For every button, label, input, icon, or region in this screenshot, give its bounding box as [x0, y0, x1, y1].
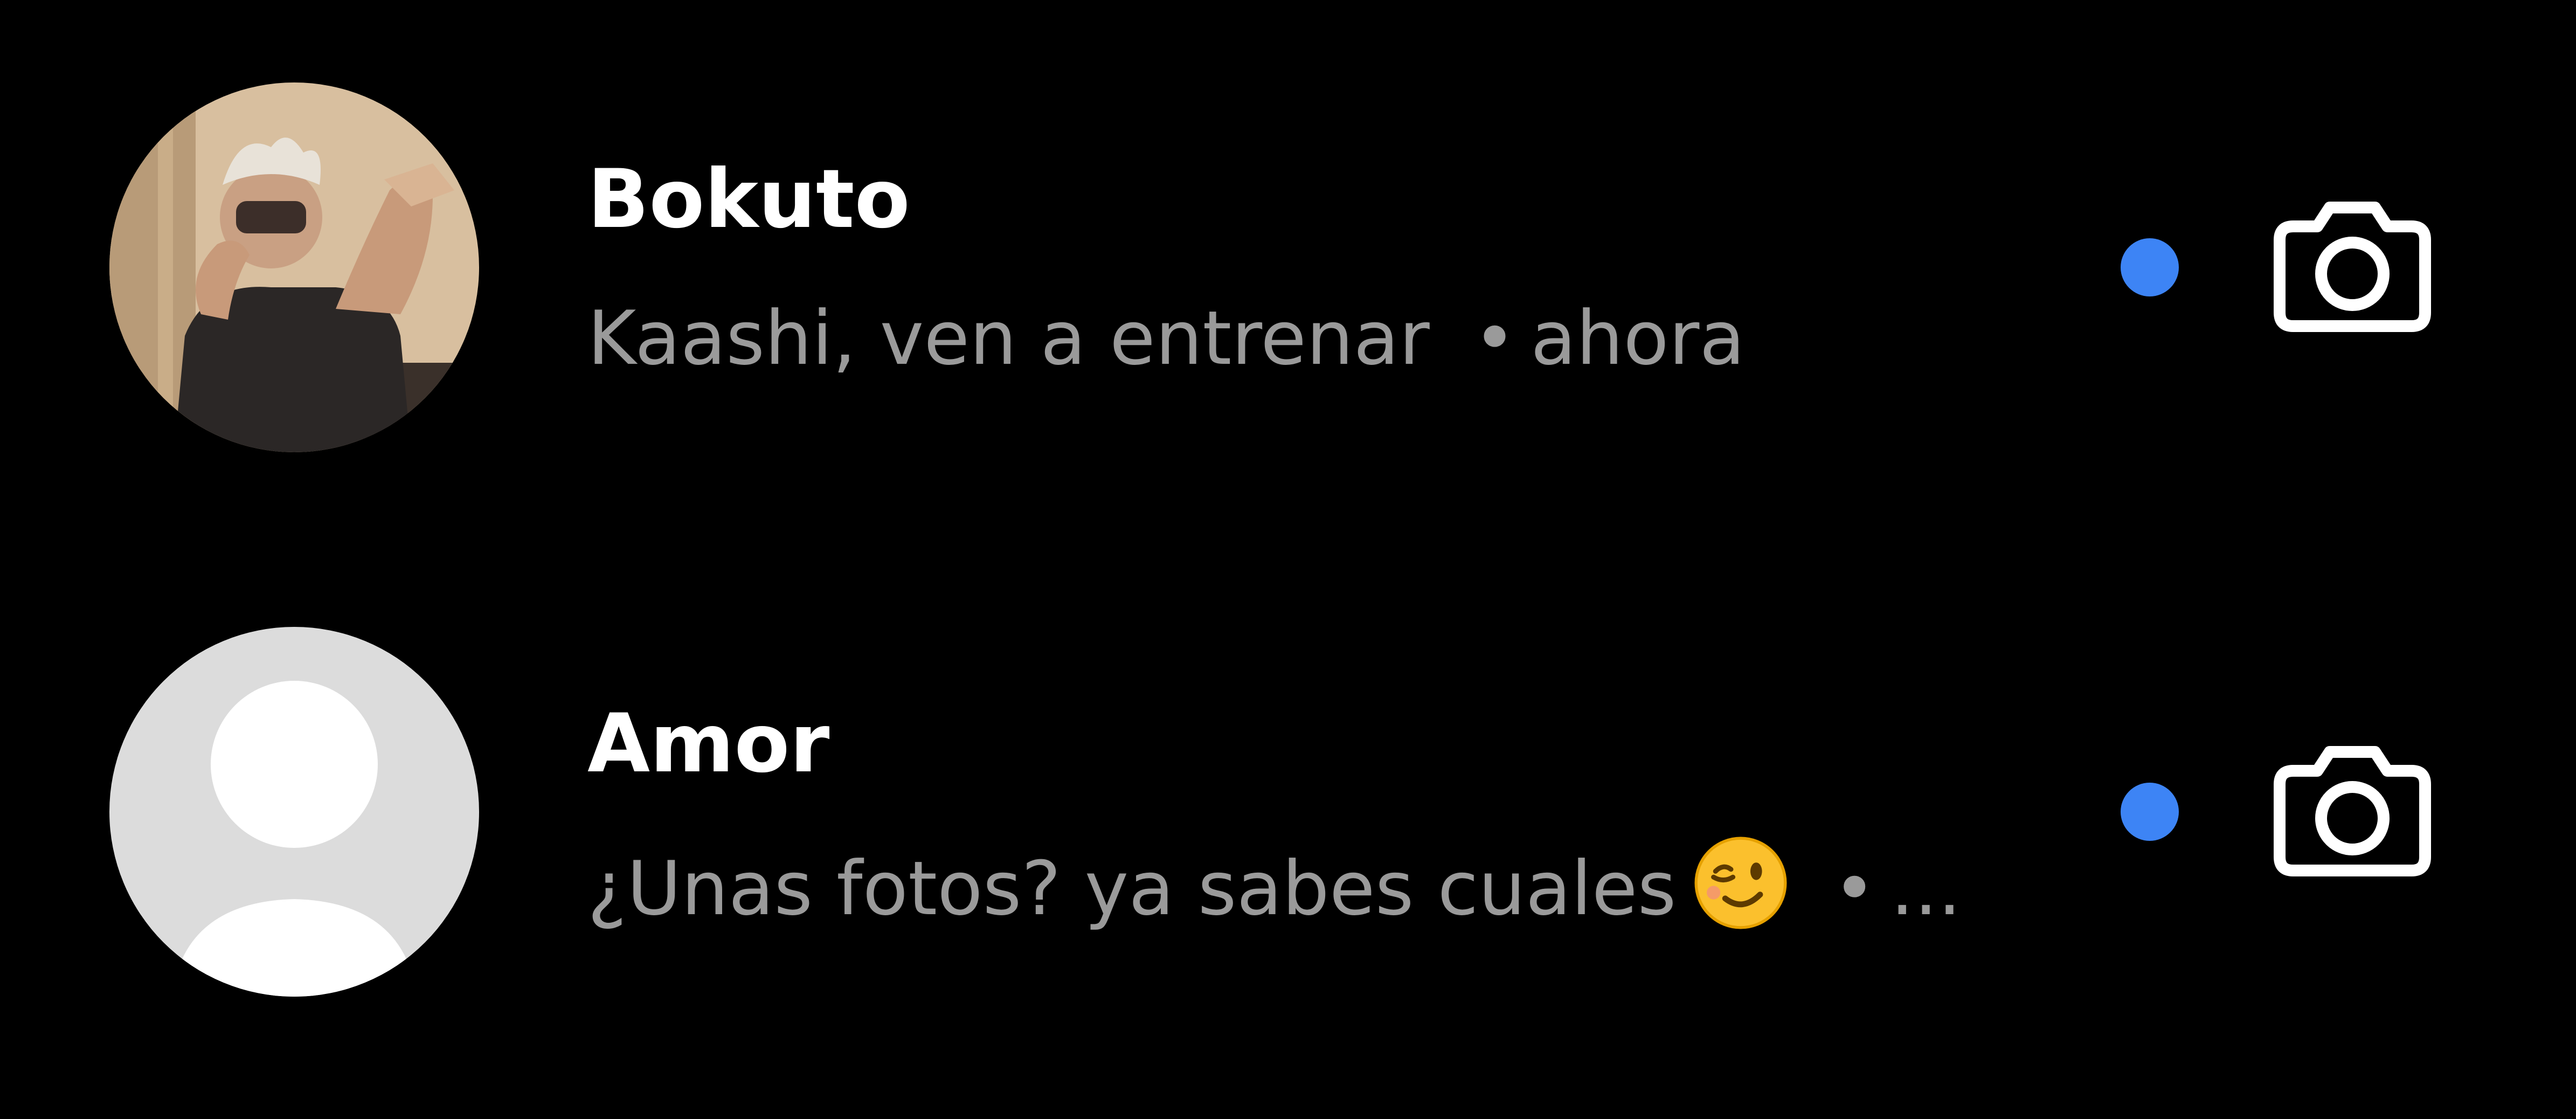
message-preview: Kaashi, ven a entrenar • ahora [587, 290, 1745, 387]
timestamp: ... [1890, 845, 1962, 932]
contact-name: Bokuto [587, 153, 910, 246]
message-thread-row[interactable]: Bokuto Kaashi, ven a entrenar • ahora [0, 43, 2576, 528]
avatar[interactable] [109, 82, 479, 452]
message-text: Kaashi, ven a entrenar [587, 295, 1430, 382]
profile-photo-image [109, 82, 479, 452]
timestamp: ahora [1531, 295, 1745, 382]
separator-dot: • [1472, 295, 1517, 382]
contact-name: Amor [587, 697, 830, 791]
avatar[interactable] [109, 627, 479, 997]
unread-indicator [2121, 238, 2179, 296]
unread-indicator [2121, 783, 2179, 841]
message-preview: ¿Unas fotos? ya sabes cuales •... [587, 834, 1962, 937]
default-profile-placeholder-icon [109, 627, 479, 997]
message-thread-row[interactable]: Amor ¿Unas fotos? ya sabes cuales •... [0, 588, 2576, 1073]
message-text: ¿Unas fotos? ya sabes cuales [587, 845, 1677, 932]
camera-icon[interactable] [2272, 728, 2433, 889]
winking-face-emoji-icon [1694, 837, 1787, 929]
separator-dot: • [1832, 845, 1876, 932]
camera-icon[interactable] [2272, 183, 2433, 345]
